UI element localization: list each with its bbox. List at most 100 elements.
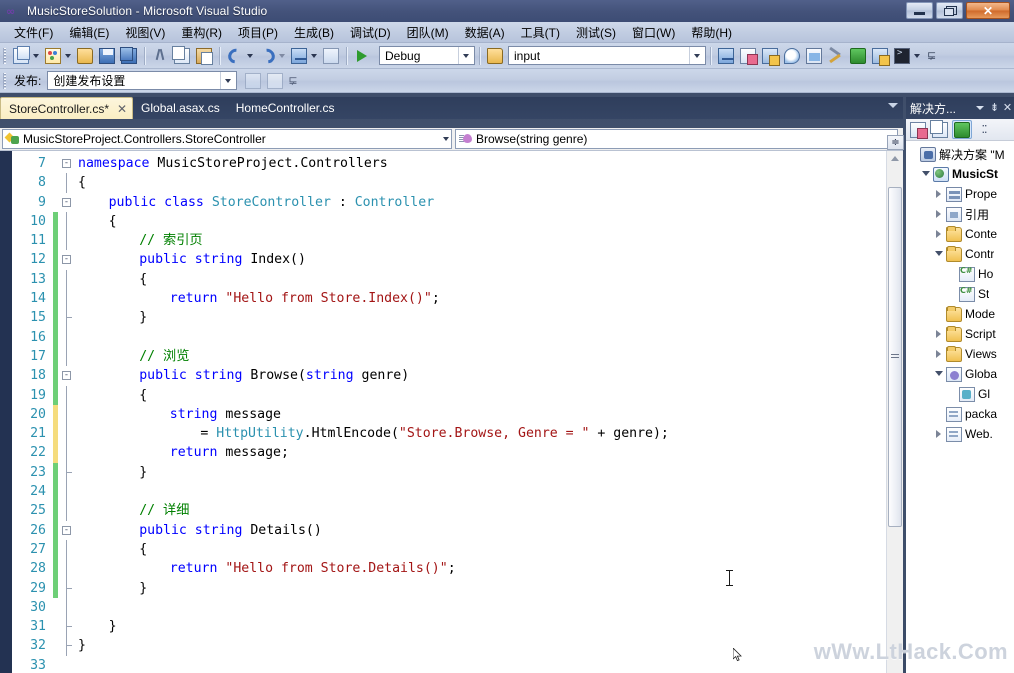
cut-icon[interactable] [149, 45, 171, 67]
node-packages-config[interactable]: packa [906, 404, 1014, 424]
pin-icon[interactable]: ⇟ [988, 103, 1001, 114]
editor-vertical-scrollbar[interactable]: ≑ [886, 151, 903, 673]
node-homecontroller-cs[interactable]: Ho [906, 264, 1014, 284]
add-new-item-dropdown-icon[interactable] [65, 54, 71, 58]
menu-build[interactable]: 生成(B) [286, 22, 342, 43]
find-in-files-icon[interactable] [781, 45, 803, 67]
paste-icon[interactable] [193, 45, 215, 67]
solution-explorer-icon[interactable] [715, 45, 737, 67]
node-content[interactable]: Conte [906, 224, 1014, 244]
type-select[interactable]: MusicStoreProject.Controllers.StoreContr… [2, 129, 452, 149]
show-all-files-button[interactable] [930, 120, 950, 139]
tab-close-icon[interactable]: ✕ [116, 103, 128, 115]
publish-web-icon[interactable] [242, 70, 264, 92]
save-all-icon[interactable] [118, 45, 140, 67]
tab-global-asax-cs[interactable]: Global.asax.cs [133, 97, 228, 119]
tab-storecontroller-cs[interactable]: StoreController.cs*✕ [0, 97, 133, 119]
restore-button[interactable] [936, 2, 963, 19]
command-window-icon[interactable] [891, 45, 913, 67]
collapse-toggle-icon[interactable]: - [62, 255, 71, 264]
expand-arrow-closed-icon[interactable] [934, 229, 945, 240]
menu-debug[interactable]: 调试(D) [342, 22, 399, 43]
navigate-backward-icon[interactable] [288, 45, 310, 67]
node-models[interactable]: Mode [906, 304, 1014, 324]
menu-project[interactable]: 项目(P) [230, 22, 286, 43]
toolbar-grip[interactable] [3, 73, 6, 89]
copy-icon[interactable] [171, 45, 193, 67]
expand-arrow-open-icon[interactable] [934, 369, 945, 380]
collapse-toggle-icon[interactable]: - [62, 371, 71, 380]
browser-select[interactable]: input [508, 46, 706, 65]
collapse-toggle-icon[interactable]: - [62, 198, 71, 207]
new-project-dropdown-icon[interactable] [33, 54, 39, 58]
tab-homecontroller-cs[interactable]: HomeController.cs [228, 97, 343, 119]
publish-profile-select[interactable]: 创建发布设置 [47, 71, 237, 90]
node-global-asax-cs[interactable]: Gl [906, 384, 1014, 404]
chevron-down-icon[interactable] [443, 137, 449, 141]
refresh-button[interactable] [952, 120, 972, 139]
node-views[interactable]: Views [906, 344, 1014, 364]
menu-refactor[interactable]: 重构(R) [173, 22, 230, 43]
start-debugging-icon[interactable] [351, 45, 373, 67]
node-scripts[interactable]: Script [906, 324, 1014, 344]
menu-help[interactable]: 帮助(H) [683, 22, 740, 43]
node-storecontroller-cs[interactable]: St [906, 284, 1014, 304]
navigate-forward-icon[interactable] [320, 45, 342, 67]
navigate-backward-dropdown-icon[interactable] [311, 54, 317, 58]
expand-arrow-closed-icon[interactable] [934, 429, 945, 440]
menu-tools[interactable]: 工具(T) [513, 22, 568, 43]
new-project-icon[interactable] [10, 45, 32, 67]
save-icon[interactable] [96, 45, 118, 67]
toolbar-grip[interactable] [3, 48, 6, 64]
redo-dropdown-icon[interactable] [279, 54, 285, 58]
add-new-item-icon[interactable] [42, 45, 64, 67]
collapse-toggle-icon[interactable]: - [62, 526, 71, 535]
collapse-toggle-icon[interactable]: - [62, 159, 71, 168]
close-button[interactable]: ✕ [966, 2, 1010, 19]
browse-with-icon[interactable] [484, 45, 506, 67]
project-musicstore[interactable]: MusicSt [906, 164, 1014, 184]
code-surface[interactable]: 7-namespace MusicStoreProject.Controller… [0, 151, 886, 673]
edit-publish-settings-icon[interactable] [264, 70, 286, 92]
solution-root[interactable]: 解决方案 "M [906, 144, 1014, 164]
command-window-dropdown-icon[interactable] [914, 54, 920, 58]
chevron-down-icon[interactable] [689, 47, 703, 64]
tab-overflow-chevron-icon[interactable] [888, 103, 898, 108]
redo-icon[interactable] [256, 45, 278, 67]
undo-icon[interactable] [224, 45, 246, 67]
menu-test[interactable]: 测试(S) [568, 22, 624, 43]
expand-arrow-closed-icon[interactable] [934, 329, 945, 340]
toolbox-icon[interactable] [803, 45, 825, 67]
minimize-button[interactable] [906, 2, 933, 19]
split-window-icon[interactable]: ≑ [887, 135, 904, 150]
solution-configuration-select[interactable]: Debug [379, 46, 475, 65]
chevron-down-icon[interactable] [220, 72, 234, 89]
menu-view[interactable]: 视图(V) [117, 22, 173, 43]
open-file-icon[interactable] [74, 45, 96, 67]
scrollbar-thumb[interactable] [888, 187, 902, 527]
node-properties[interactable]: Prope [906, 184, 1014, 204]
menu-window[interactable]: 窗口(W) [624, 22, 683, 43]
node-web-config[interactable]: Web. [906, 424, 1014, 444]
toolbar-overflow-icon[interactable]: ⋤ [288, 74, 297, 87]
expand-arrow-closed-icon[interactable] [934, 189, 945, 200]
menu-edit[interactable]: 编辑(E) [61, 22, 117, 43]
object-browser-icon[interactable] [759, 45, 781, 67]
close-icon[interactable]: ✕ [1001, 103, 1014, 114]
solution-tree[interactable]: 解决方案 "MMusicStPrope引用ConteContrHoStModeS… [906, 141, 1014, 673]
properties-button[interactable] [908, 120, 928, 139]
nuget-packages-icon[interactable] [869, 45, 891, 67]
toolbar-overflow-button[interactable]: ⁚⁚ [974, 120, 994, 139]
expand-arrow-open-icon[interactable] [934, 249, 945, 260]
member-select[interactable]: Browse(string genre) [455, 129, 898, 149]
toolbar-overflow-icon[interactable]: ⋤ [927, 49, 936, 62]
undo-dropdown-icon[interactable] [247, 54, 253, 58]
node-controllers[interactable]: Contr [906, 244, 1014, 264]
options-tools-icon[interactable] [825, 45, 847, 67]
chevron-down-icon[interactable] [458, 47, 472, 64]
chevron-down-icon[interactable] [976, 106, 984, 110]
properties-window-icon[interactable] [737, 45, 759, 67]
expand-arrow-closed-icon[interactable] [934, 349, 945, 360]
expand-arrow-open-icon[interactable] [921, 169, 932, 180]
node-references[interactable]: 引用 [906, 204, 1014, 224]
